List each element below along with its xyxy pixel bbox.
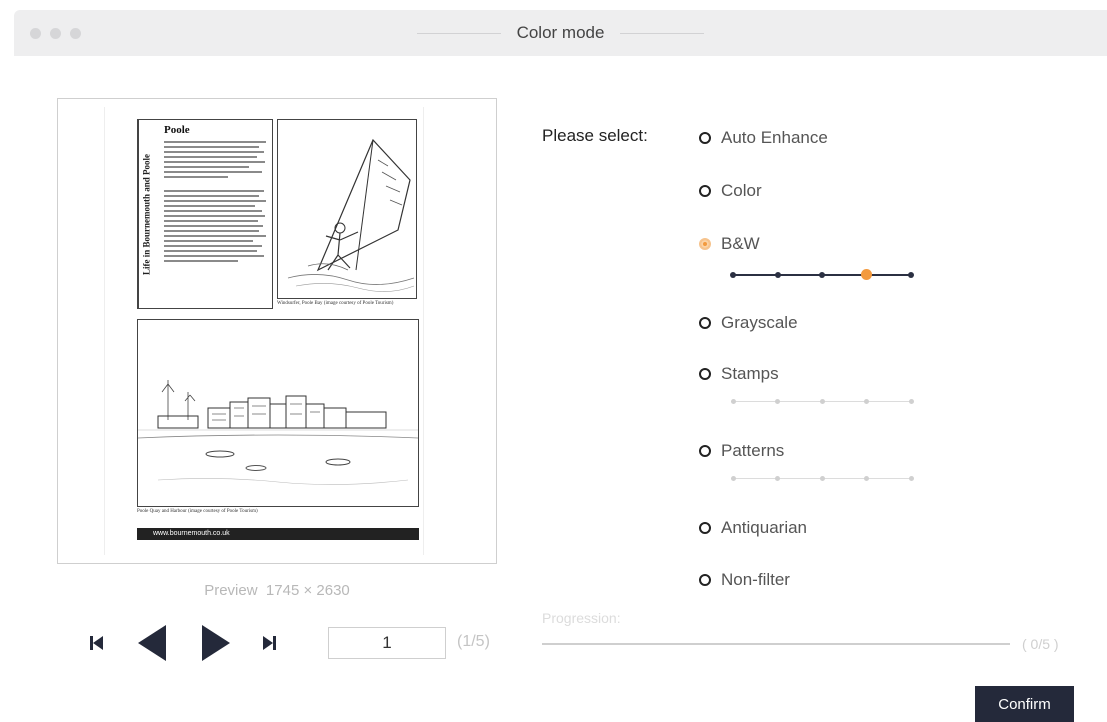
option-label: Auto Enhance [721,128,828,147]
option-label: Stamps [721,364,779,383]
option-label: Grayscale [721,313,798,332]
preview-label: Preview [204,582,258,599]
skip-last-icon [263,636,276,650]
slider-stop[interactable] [908,272,914,278]
page-number-input[interactable] [328,627,446,659]
page-url-banner: www.bournemouth.co.uk [137,528,419,540]
radio-button[interactable] [699,185,711,197]
page-sidebar-title: Life in Bournemouth and Poole [138,120,154,308]
radio-button[interactable] [699,317,711,329]
previous-page-button[interactable] [136,623,168,668]
scanned-page: Life in Bournemouth and Poole Poole Wind… [104,107,424,555]
radio-button[interactable] [699,522,711,534]
radio-button[interactable] [699,445,711,457]
slider-stop [908,399,914,404]
radio-button[interactable] [699,368,711,380]
title-divider-right [620,32,705,34]
first-page-button[interactable] [90,634,104,657]
triangle-right-icon [202,625,230,661]
last-page-button[interactable] [262,634,276,657]
option-patterns[interactable]: Patterns [699,441,784,461]
slider-stop [864,399,869,404]
bw-level-slider[interactable] [730,268,914,282]
color-mode-window: Color mode Life in Bournemouth and Poole… [0,0,1107,722]
preview-info: Preview 1745 × 2630 [57,582,497,599]
slider-stop [775,399,780,404]
radio-button[interactable] [699,132,711,144]
option-non-filter[interactable]: Non-filter [699,570,790,590]
article-heading: Poole [164,124,190,136]
slider-thumb[interactable] [861,269,872,280]
slider-stop [730,476,736,481]
radio-button-selected[interactable] [699,238,711,250]
photo-caption-bottom: Poole Quay and Harbour (image courtesy o… [137,509,258,514]
windsurfer-photo [277,119,417,299]
confirm-button[interactable]: Confirm [975,686,1074,722]
option-label: B&W [721,234,760,253]
article-body-text [164,138,270,265]
photo-caption-top: Windsurfer, Poole Bay (image courtesy of… [277,301,394,306]
slider-stop[interactable] [819,272,825,278]
title-divider-left [416,32,501,34]
slider-stop[interactable] [774,272,781,278]
progress-bar [542,643,1010,645]
skip-first-icon [90,636,103,650]
option-label: Patterns [721,441,785,460]
slider-stop [864,476,869,481]
preview-image: Life in Bournemouth and Poole Poole Wind… [57,98,497,564]
slider-stop [908,476,914,481]
harbour-photo [137,319,419,507]
progress-count: ( 0/5 ) [1022,636,1059,652]
option-label: Antiquarian [721,518,808,537]
window-title: Color mode [516,23,605,42]
option-bw[interactable]: B&W [699,234,760,254]
triangle-left-icon [138,625,166,661]
option-label: Color [721,181,762,200]
option-stamps[interactable]: Stamps [699,364,779,384]
article-column: Life in Bournemouth and Poole Poole [137,119,273,309]
slider-stop [730,399,736,404]
title-bar: Color mode [14,10,1107,56]
slider-stop [819,476,825,481]
option-grayscale[interactable]: Grayscale [699,313,798,333]
slider-stop [775,476,780,481]
page-count-label: (1/5) [457,633,490,650]
option-auto-enhance[interactable]: Auto Enhance [699,128,828,148]
radio-button[interactable] [699,574,711,586]
slider-stop [819,399,825,404]
preview-dimensions: 1745 × 2630 [265,582,350,599]
progress-label: Progression: [542,610,621,626]
slider-stop[interactable] [730,272,736,278]
next-page-button[interactable] [200,623,232,668]
stamps-level-slider [730,395,914,409]
patterns-level-slider [730,472,914,486]
option-antiquarian[interactable]: Antiquarian [699,518,807,538]
option-color[interactable]: Color [699,181,762,201]
select-prompt: Please select: [542,126,648,145]
option-label: Non-filter [721,570,790,589]
